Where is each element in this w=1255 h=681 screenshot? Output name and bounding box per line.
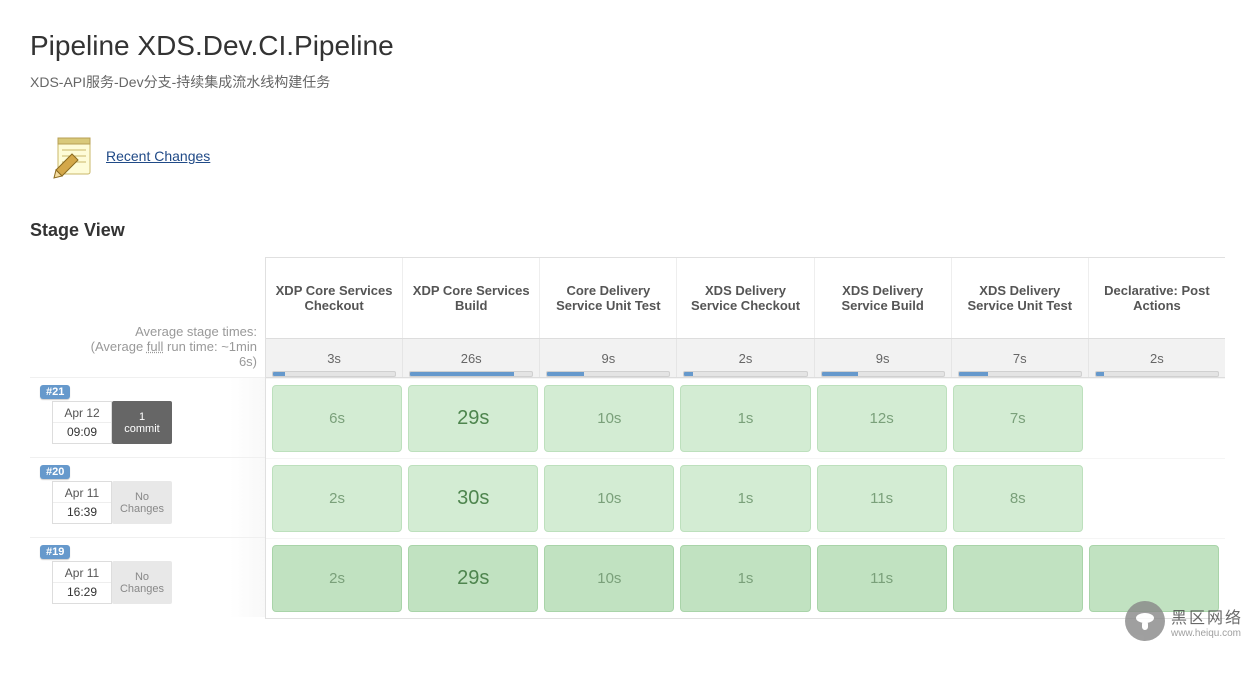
build-number-badge[interactable]: #21 bbox=[40, 385, 70, 399]
run-label[interactable]: #20 Apr 1116:39NoChanges bbox=[30, 457, 265, 537]
page-subtitle: XDS-API服务-Dev分支-持续集成流水线构建任务 bbox=[30, 72, 1225, 92]
stage-header-row: XDP Core Services CheckoutXDP Core Servi… bbox=[266, 258, 1225, 338]
avg-stage-times-label: Average stage times: (Average full run t… bbox=[30, 257, 265, 377]
stage-avg-row: 3s 26s 9s 2s 9s 7s 2s bbox=[266, 338, 1225, 378]
run-date: Apr 1116:29 bbox=[52, 561, 112, 604]
stage-cell[interactable]: 8s bbox=[953, 465, 1083, 532]
stage-cell bbox=[1089, 385, 1219, 452]
page-title: Pipeline XDS.Dev.CI.Pipeline bbox=[30, 30, 1225, 62]
stage-avg-cell: 3s bbox=[266, 339, 402, 377]
run-labels-column: Average stage times: (Average full run t… bbox=[30, 257, 265, 619]
stage-avg-cell: 9s bbox=[814, 339, 951, 377]
build-number-badge[interactable]: #20 bbox=[40, 465, 70, 479]
stage-cell[interactable]: 11s bbox=[817, 465, 947, 532]
stage-header: XDS Delivery Service Unit Test bbox=[951, 258, 1088, 338]
avg-line3: 6s) bbox=[38, 354, 257, 369]
stage-cell[interactable]: 11s bbox=[817, 545, 947, 612]
stage-cell[interactable]: 29s bbox=[408, 385, 538, 452]
stage-cell[interactable]: 2s bbox=[272, 545, 402, 612]
stage-header: XDP Core Services Checkout bbox=[266, 258, 402, 338]
run-label[interactable]: #19 Apr 1116:29NoChanges bbox=[30, 537, 265, 617]
stage-header: Declarative: Post Actions bbox=[1088, 258, 1225, 338]
stage-avg-value: 2s bbox=[739, 351, 753, 366]
stage-cell[interactable]: 1s bbox=[680, 385, 810, 452]
avg-line1: Average stage times: bbox=[38, 324, 257, 339]
stage-avg-value: 9s bbox=[601, 351, 615, 366]
stage-view-grid: Average stage times: (Average full run t… bbox=[30, 257, 1225, 619]
stage-cell[interactable]: 1s bbox=[680, 545, 810, 612]
commit-count[interactable]: 1commit bbox=[112, 401, 172, 444]
pipeline-page: Pipeline XDS.Dev.CI.Pipeline XDS-API服务-D… bbox=[0, 0, 1255, 649]
stage-cell bbox=[1089, 545, 1219, 612]
recent-changes-block: Recent Changes bbox=[50, 132, 1225, 180]
stage-cell[interactable]: 29s bbox=[408, 545, 538, 612]
recent-changes-link[interactable]: Recent Changes bbox=[106, 148, 210, 164]
stage-cell[interactable]: 1s bbox=[680, 465, 810, 532]
run-row: 6s29s10s1s12s7s bbox=[266, 378, 1225, 458]
stage-cell[interactable]: 6s bbox=[272, 385, 402, 452]
stage-header: XDP Core Services Build bbox=[402, 258, 539, 338]
stage-avg-cell: 9s bbox=[539, 339, 676, 377]
stage-avg-cell: 2s bbox=[676, 339, 813, 377]
run-date: Apr 1209:09 bbox=[52, 401, 112, 444]
stage-cell bbox=[1089, 465, 1219, 532]
stage-avg-cell: 2s bbox=[1088, 339, 1225, 377]
stage-avg-cell: 7s bbox=[951, 339, 1088, 377]
run-row: 2s29s10s1s11s bbox=[266, 538, 1225, 618]
stage-cell[interactable]: 10s bbox=[544, 385, 674, 452]
avg-line2: (Average full run time: ~1min bbox=[38, 339, 257, 354]
no-changes-badge: NoChanges bbox=[112, 481, 172, 524]
stage-cell[interactable]: 30s bbox=[408, 465, 538, 532]
run-row: 2s30s10s1s11s8s bbox=[266, 458, 1225, 538]
stage-header: XDS Delivery Service Checkout bbox=[676, 258, 813, 338]
stage-avg-value: 26s bbox=[461, 351, 482, 366]
stage-header: Core Delivery Service Unit Test bbox=[539, 258, 676, 338]
stage-avg-cell: 26s bbox=[402, 339, 539, 377]
stage-grid: XDP Core Services CheckoutXDP Core Servi… bbox=[265, 257, 1225, 619]
stage-avg-value: 2s bbox=[1150, 351, 1164, 366]
stage-view-heading: Stage View bbox=[30, 220, 1225, 241]
stage-avg-value: 7s bbox=[1013, 351, 1027, 366]
stage-cell[interactable]: 7s bbox=[953, 385, 1083, 452]
stage-cell bbox=[953, 545, 1083, 612]
stage-header: XDS Delivery Service Build bbox=[814, 258, 951, 338]
stage-cell[interactable]: 12s bbox=[817, 385, 947, 452]
run-label[interactable]: #21 Apr 1209:091commit bbox=[30, 377, 265, 457]
stage-avg-value: 3s bbox=[327, 351, 341, 366]
stage-avg-value: 9s bbox=[876, 351, 890, 366]
run-date: Apr 1116:39 bbox=[52, 481, 112, 524]
build-number-badge[interactable]: #19 bbox=[40, 545, 70, 559]
notepad-icon bbox=[50, 132, 98, 180]
no-changes-badge: NoChanges bbox=[112, 561, 172, 604]
stage-cell[interactable]: 2s bbox=[272, 465, 402, 532]
stage-cell[interactable]: 10s bbox=[544, 545, 674, 612]
stage-cell[interactable]: 10s bbox=[544, 465, 674, 532]
